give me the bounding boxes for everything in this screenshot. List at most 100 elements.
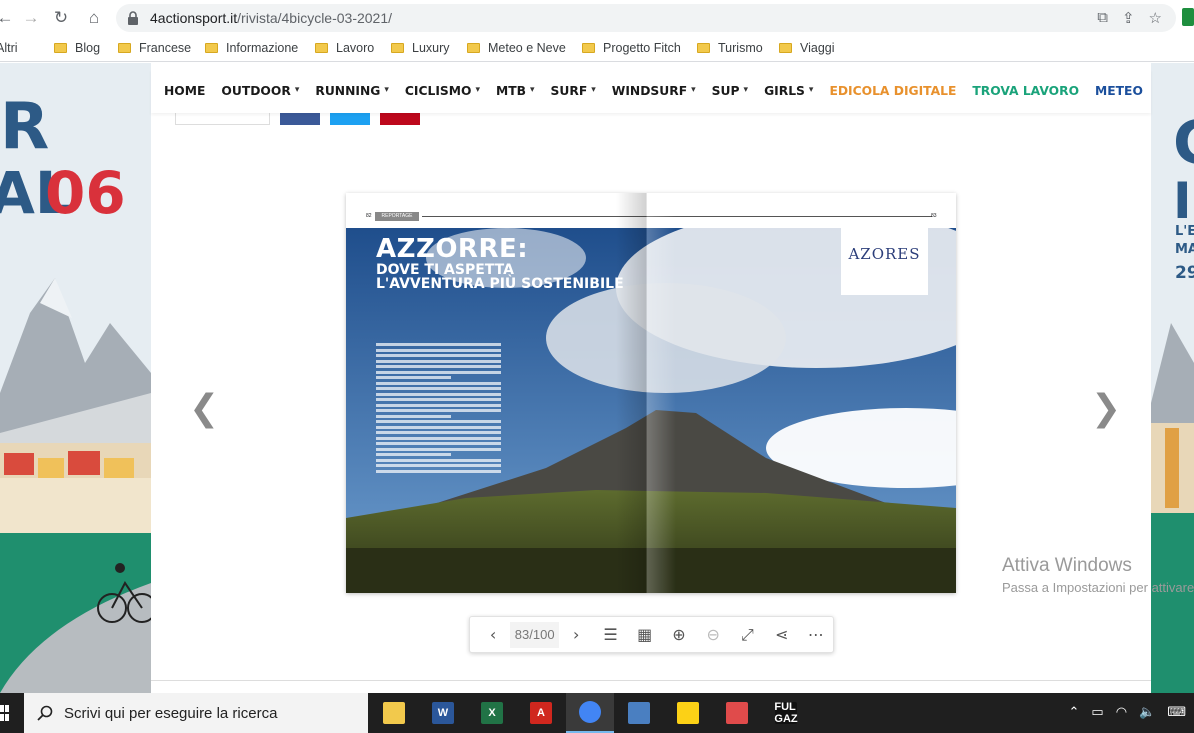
text-line	[376, 425, 501, 429]
acrobat-taskbar-button[interactable]: A	[517, 693, 565, 733]
fulgaz-taskbar-button[interactable]: FUL GAZ	[762, 693, 810, 733]
sticky-notes-icon	[677, 702, 699, 724]
svg-text:MA: MA	[1175, 242, 1194, 257]
forward-icon[interactable]: →	[20, 7, 42, 29]
text-line	[376, 431, 501, 434]
article-body-column	[376, 343, 501, 475]
nav-item-label: RUNNING	[315, 84, 381, 98]
nav-item-surf[interactable]: SURF ▾	[551, 84, 596, 98]
zoom-in-icon[interactable]: ⊕	[662, 617, 696, 652]
share-icon[interactable]: ⇪	[1122, 9, 1135, 27]
magazine-spread[interactable]: 82 REPORTAGE 83 AZZORRE: DOVE TI ASPETTA…	[346, 193, 956, 593]
folder-icon	[391, 43, 404, 53]
nav-item-windsurf[interactable]: WINDSURF ▾	[612, 84, 696, 98]
text-line	[376, 458, 501, 462]
nav-item-label: OUTDOOR	[221, 84, 291, 98]
chevron-up-icon[interactable]: ⌃	[1069, 704, 1080, 720]
nav-item-meteo[interactable]: METEO	[1095, 84, 1143, 98]
bookmark-turismo[interactable]: Turismo	[697, 41, 763, 55]
more-options-icon[interactable]: ⋯	[799, 617, 833, 652]
bookmark-progetto-fitch[interactable]: Progetto Fitch	[582, 41, 681, 55]
nav-item-running[interactable]: RUNNING ▾	[315, 84, 389, 98]
chevron-down-icon: ▾	[743, 85, 749, 95]
back-icon[interactable]: ←	[0, 7, 16, 29]
nav-item-mtb[interactable]: MTB ▾	[496, 84, 535, 98]
nav-item-ciclismo[interactable]: CICLISMO ▾	[405, 84, 480, 98]
word-taskbar-button[interactable]: W	[419, 693, 467, 733]
divider	[422, 216, 932, 217]
folder-icon	[697, 43, 710, 53]
open-external-icon[interactable]: ⧉	[1097, 9, 1108, 27]
bookmark-blog[interactable]: Blog	[54, 41, 100, 55]
nav-item-label: WINDSURF	[611, 84, 688, 98]
bookmark-informazione[interactable]: Informazione	[205, 41, 298, 55]
fullscreen-icon[interactable]: ⤢	[730, 617, 764, 652]
page-number-right: 83	[931, 213, 937, 219]
file-explorer-taskbar-button[interactable]	[370, 693, 418, 733]
text-line	[376, 469, 501, 473]
download-icon[interactable]	[1182, 8, 1194, 26]
nav-item-trova-lavoro[interactable]: TROVA LAVORO	[972, 84, 1079, 98]
windows-activation-watermark: Attiva Windows Passa a Impostazioni per …	[1002, 555, 1194, 595]
text-line	[376, 442, 501, 445]
sticky-notes-taskbar-button[interactable]	[664, 693, 712, 733]
text-line	[376, 420, 501, 423]
share-network-icon[interactable]: ⋖	[765, 617, 799, 652]
lock-icon	[128, 11, 138, 25]
divider	[151, 680, 1151, 681]
acrobat-icon: A	[530, 702, 552, 724]
bookmark-luxury[interactable]: Luxury	[391, 41, 450, 55]
text-line	[376, 436, 501, 440]
advertisement-left[interactable]: R AL 06	[0, 63, 151, 693]
advertisement-illustration: C I L'E MA 29	[1151, 63, 1194, 693]
text-line	[376, 343, 501, 346]
volume-icon[interactable]: 🔈	[1139, 704, 1155, 720]
nav-item-edicola-digitale[interactable]: EDICOLA DIGITALE	[829, 84, 956, 98]
main-content: HOME OUTDOOR ▾ RUNNING ▾ CICLISMO ▾ MTB ▾ SURF ▾ WI…	[151, 63, 1151, 693]
excel-taskbar-button[interactable]: X	[468, 693, 516, 733]
nav-item-sup[interactable]: SUP ▾	[712, 84, 748, 98]
nav-item-home[interactable]: HOME	[164, 84, 205, 98]
bookmark-lavoro[interactable]: Lavoro	[315, 41, 374, 55]
nav-item-outdoor[interactable]: OUTDOOR ▾	[221, 84, 299, 98]
site-navigation: HOME OUTDOOR ▾ RUNNING ▾ CICLISMO ▾ MTB ▾ SURF ▾ WI…	[151, 69, 1151, 113]
nav-item-label: SURF	[550, 84, 588, 98]
keyboard-icon[interactable]: ⌨	[1167, 704, 1186, 720]
advertisement-right[interactable]: C I L'E MA 29	[1151, 63, 1194, 693]
text-line	[376, 365, 501, 368]
zoom-out-icon[interactable]: ⊖	[696, 617, 730, 652]
page-indicator[interactable]: 83/100	[510, 621, 560, 648]
nav-item-label: EDICOLA DIGITALE	[829, 84, 957, 98]
bookmark-star-icon[interactable]: ☆	[1149, 9, 1162, 27]
battery-icon[interactable]: ▭	[1091, 704, 1103, 720]
calculator-taskbar-button[interactable]	[615, 693, 663, 733]
thumbnails-grid-icon[interactable]: ▦	[628, 617, 662, 652]
home-icon[interactable]: ⌂	[83, 7, 105, 29]
nav-item-label: HOME	[164, 84, 206, 98]
chrome-taskbar-button[interactable]	[566, 693, 614, 733]
toolbar-prev-icon[interactable]: ‹	[476, 617, 510, 652]
chevron-down-icon: ▾	[808, 85, 814, 95]
search-icon	[37, 705, 53, 721]
file-explorer-icon	[383, 702, 405, 724]
nav-item-girls[interactable]: GIRLS ▾	[764, 84, 813, 98]
chevron-down-icon: ▾	[530, 85, 535, 95]
toolbar-next-icon[interactable]: ›	[559, 617, 593, 652]
text-line	[376, 370, 501, 374]
taskbar-search-input[interactable]: Scrivi qui per eseguire la ricerca	[24, 693, 368, 733]
windows-start-icon[interactable]	[0, 705, 9, 721]
bookmark-meteo-e-neve[interactable]: Meteo e Neve	[467, 41, 566, 55]
reload-icon[interactable]: ↻	[50, 7, 72, 29]
previous-page-icon[interactable]: ❮	[189, 388, 219, 429]
cycling-app-taskbar-button[interactable]	[713, 693, 761, 733]
windows-taskbar: Scrivi qui per eseguire la ricerca W X A FU…	[0, 693, 1194, 733]
address-bar[interactable]: 4actionsport.it/rivista/4bicycle-03-2021…	[116, 4, 1176, 32]
wifi-icon[interactable]: ◠	[1116, 704, 1127, 720]
table-of-contents-icon[interactable]: ☰	[593, 617, 627, 652]
next-page-icon[interactable]: ❯	[1091, 388, 1121, 429]
word-icon: W	[432, 702, 454, 724]
text-line	[376, 414, 451, 418]
bookmark-viaggi[interactable]: Viaggi	[779, 41, 835, 55]
bookmark-francese[interactable]: Francese	[118, 41, 191, 55]
bookmark-altri[interactable]: Altri	[0, 41, 18, 55]
